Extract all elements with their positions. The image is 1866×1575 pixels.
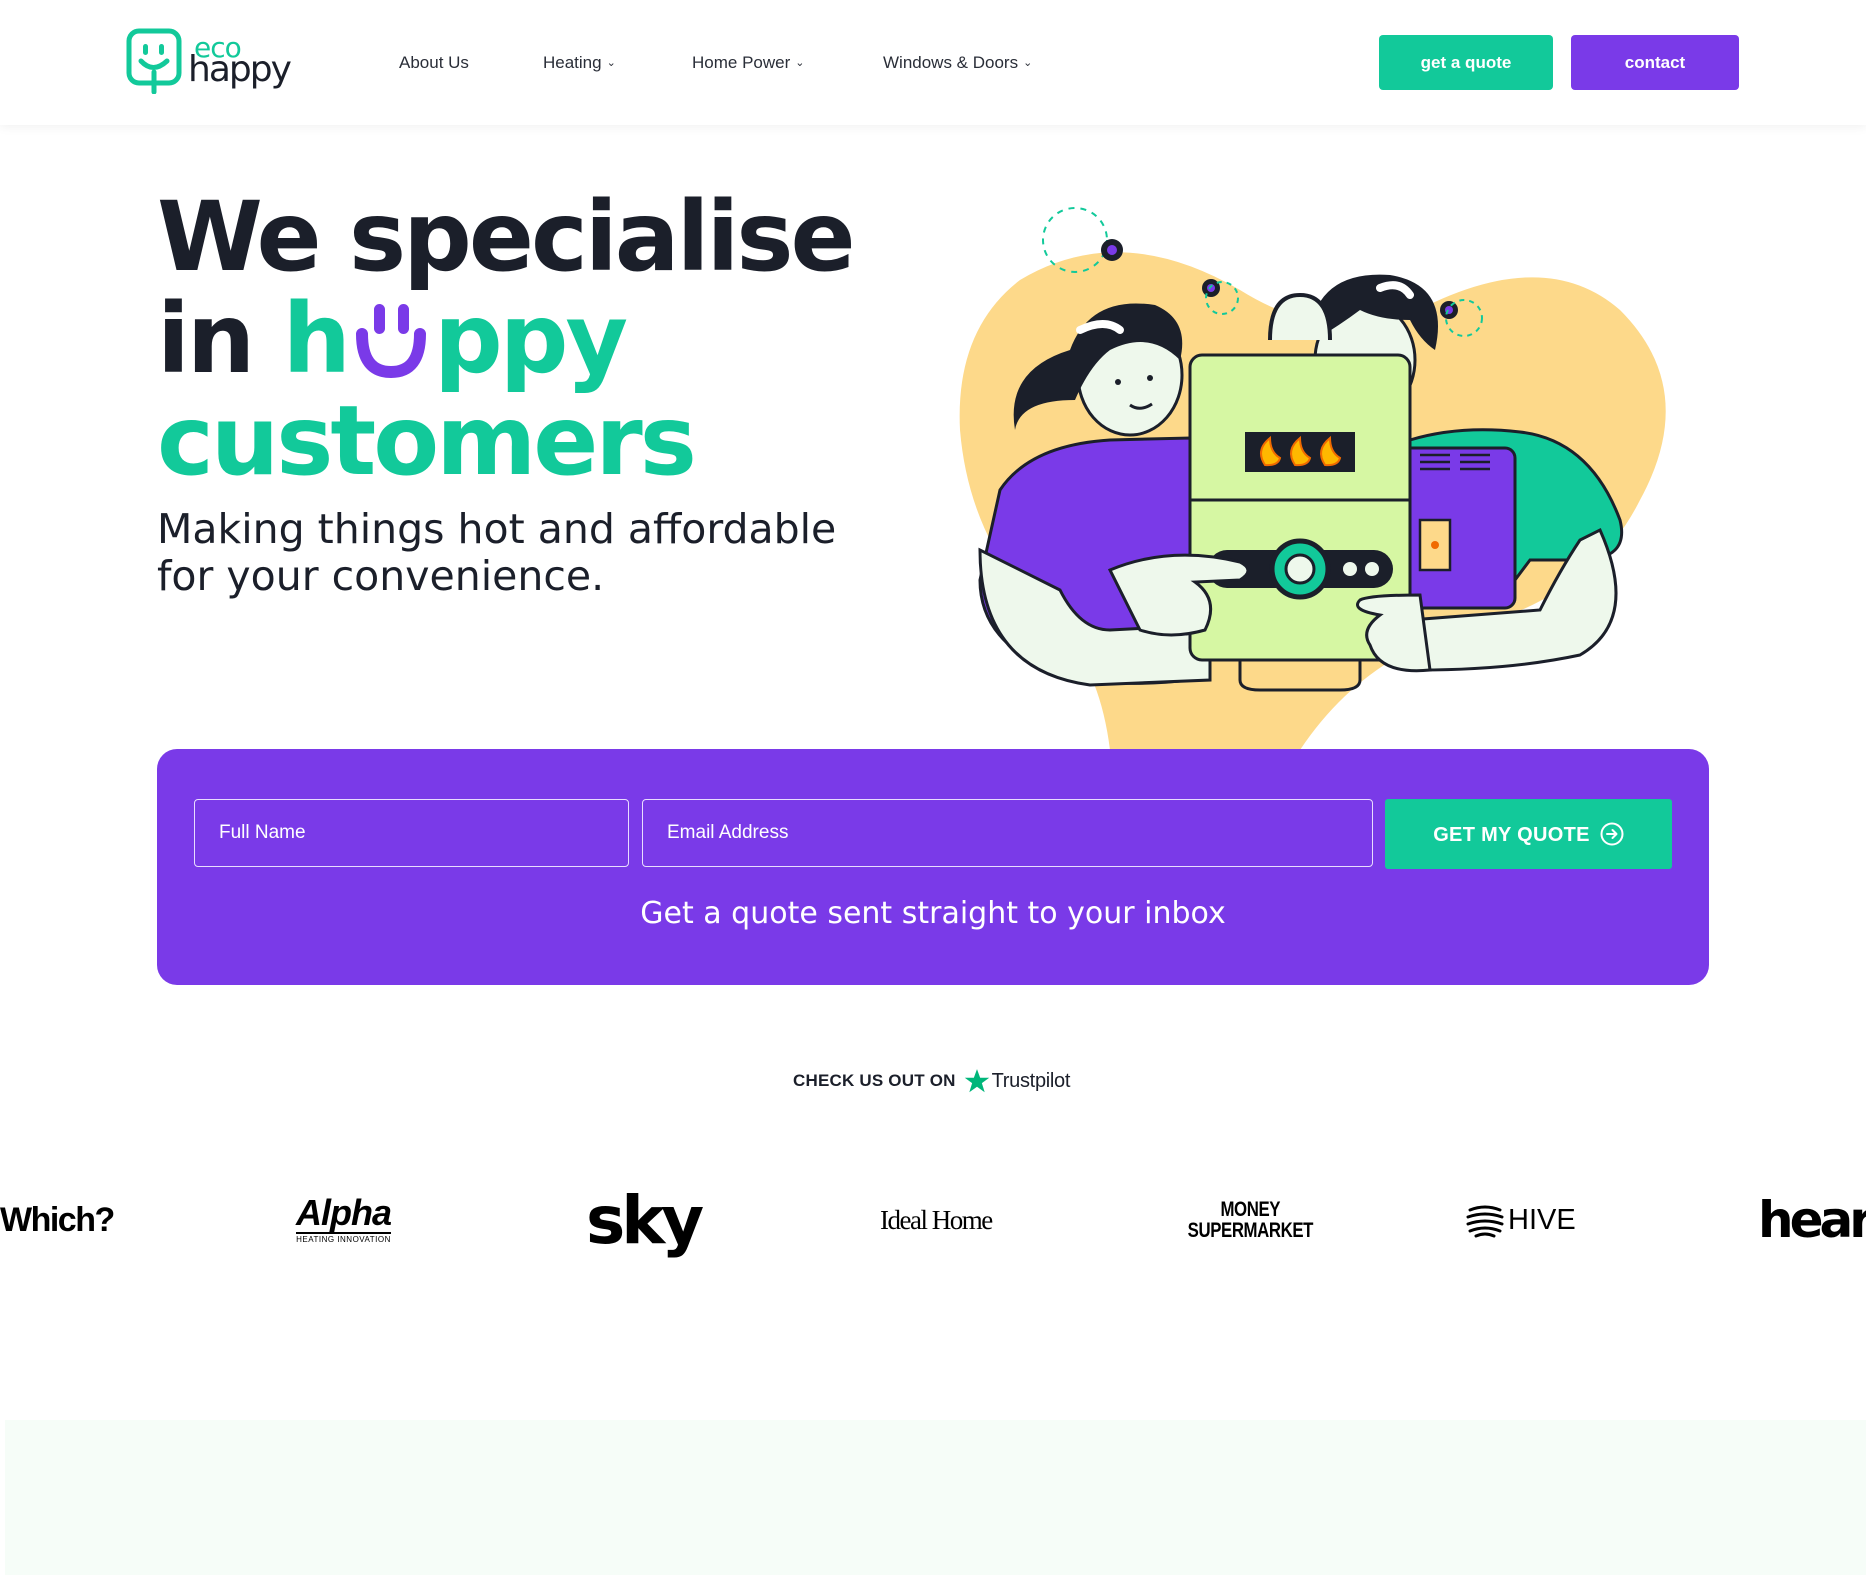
hero-line-2: in h ppy [157,288,853,390]
nav-label: Home Power [692,53,791,72]
brand-logos-strip: Which? Alpha HEATING INNOVATION sky Idea… [0,1176,1866,1264]
get-my-quote-label: GET MY QUOTE [1433,823,1590,846]
full-name-input[interactable] [194,799,629,867]
brand-name: HIVE [1508,1203,1576,1236]
brand-name: Ideal Home [880,1204,993,1235]
brand-heart-logo: heart [1758,1176,1866,1264]
brand-ideal-home-logo: Ideal Home [880,1176,993,1264]
brand-name: Which? [0,1200,115,1239]
get-a-quote-button[interactable]: get a quote [1379,35,1553,90]
get-my-quote-button[interactable]: GET MY QUOTE [1385,799,1672,869]
trustpilot-label: CHECK US OUT ON [793,1071,956,1090]
site-header: eco happy About Us Heating ⌄ Home Power ⌄ … [0,0,1866,125]
hero-heading: We specialise in h ppy customers [157,181,856,497]
brand-name: Money [1220,1198,1281,1221]
contact-button[interactable]: contact [1571,35,1739,90]
trustpilot-star-icon [964,1069,989,1093]
email-address-input[interactable] [642,799,1373,867]
trustpilot-brand: Trustpilot [991,1069,1071,1092]
trustpilot-link[interactable]: CHECK US OUT ON Trustpilot [793,1066,1070,1096]
smile-letter-icon [356,304,427,378]
brand-sky-logo: sky [586,1176,704,1264]
brand-name: Alpha [296,1192,392,1234]
brand-hive-logo: HIVE [1466,1176,1576,1264]
hero-line-3: customers [157,385,697,497]
brand-tagline: HEATING INNOVATION [296,1235,391,1244]
hero-illustration-boiler [959,207,1666,750]
hero-line-2-h: h [282,283,351,395]
hero-line-1: We specialise [157,181,856,293]
hero-subtitle-line-2: for your convenience. [157,552,605,600]
brand-name-2: SuperMarket [1187,1219,1314,1242]
hero-subtitle: Making things hot and affordable for you… [157,506,857,600]
nav-home-power[interactable]: Home Power ⌄ [692,52,804,74]
brand-name: sky [586,1181,704,1259]
nav-windows-doors[interactable]: Windows & Doors ⌄ [883,52,1032,74]
brand-alpha-logo: Alpha HEATING INNOVATION [296,1176,392,1264]
nav-label: Heating [543,53,602,72]
logo-smile-icon [126,28,182,94]
arrow-right-circle-icon [1600,822,1624,845]
brand-money-supermarket-logo: Money SuperMarket [1172,1176,1329,1264]
nav-heating[interactable]: Heating ⌄ [543,52,616,74]
chevron-down-icon: ⌄ [1023,57,1033,69]
nav-about-us[interactable]: About Us [399,52,469,74]
hive-icon [1466,1205,1504,1238]
nav-label: About Us [399,53,469,72]
brand-which-logo: Which? [0,1176,115,1264]
hero-line-2-rest: ppy [434,283,628,395]
nav-label: Windows & Doors [883,53,1019,72]
eco-happy-logo[interactable]: eco happy [126,28,292,96]
quote-form-caption: Get a quote sent straight to your inbox [640,896,1226,931]
hero-line-2-prefix: in [157,283,283,395]
chevron-down-icon: ⌄ [795,57,805,69]
logo-happy-text: happy [188,49,292,90]
quote-form-panel: GET MY QUOTE Get a quote sent straight t… [157,749,1709,985]
hero-subtitle-line-1: Making things hot and affordable [157,505,837,553]
next-section-band [5,1420,1866,1575]
chevron-down-icon: ⌄ [606,57,616,69]
brand-name: heart [1758,1191,1866,1249]
